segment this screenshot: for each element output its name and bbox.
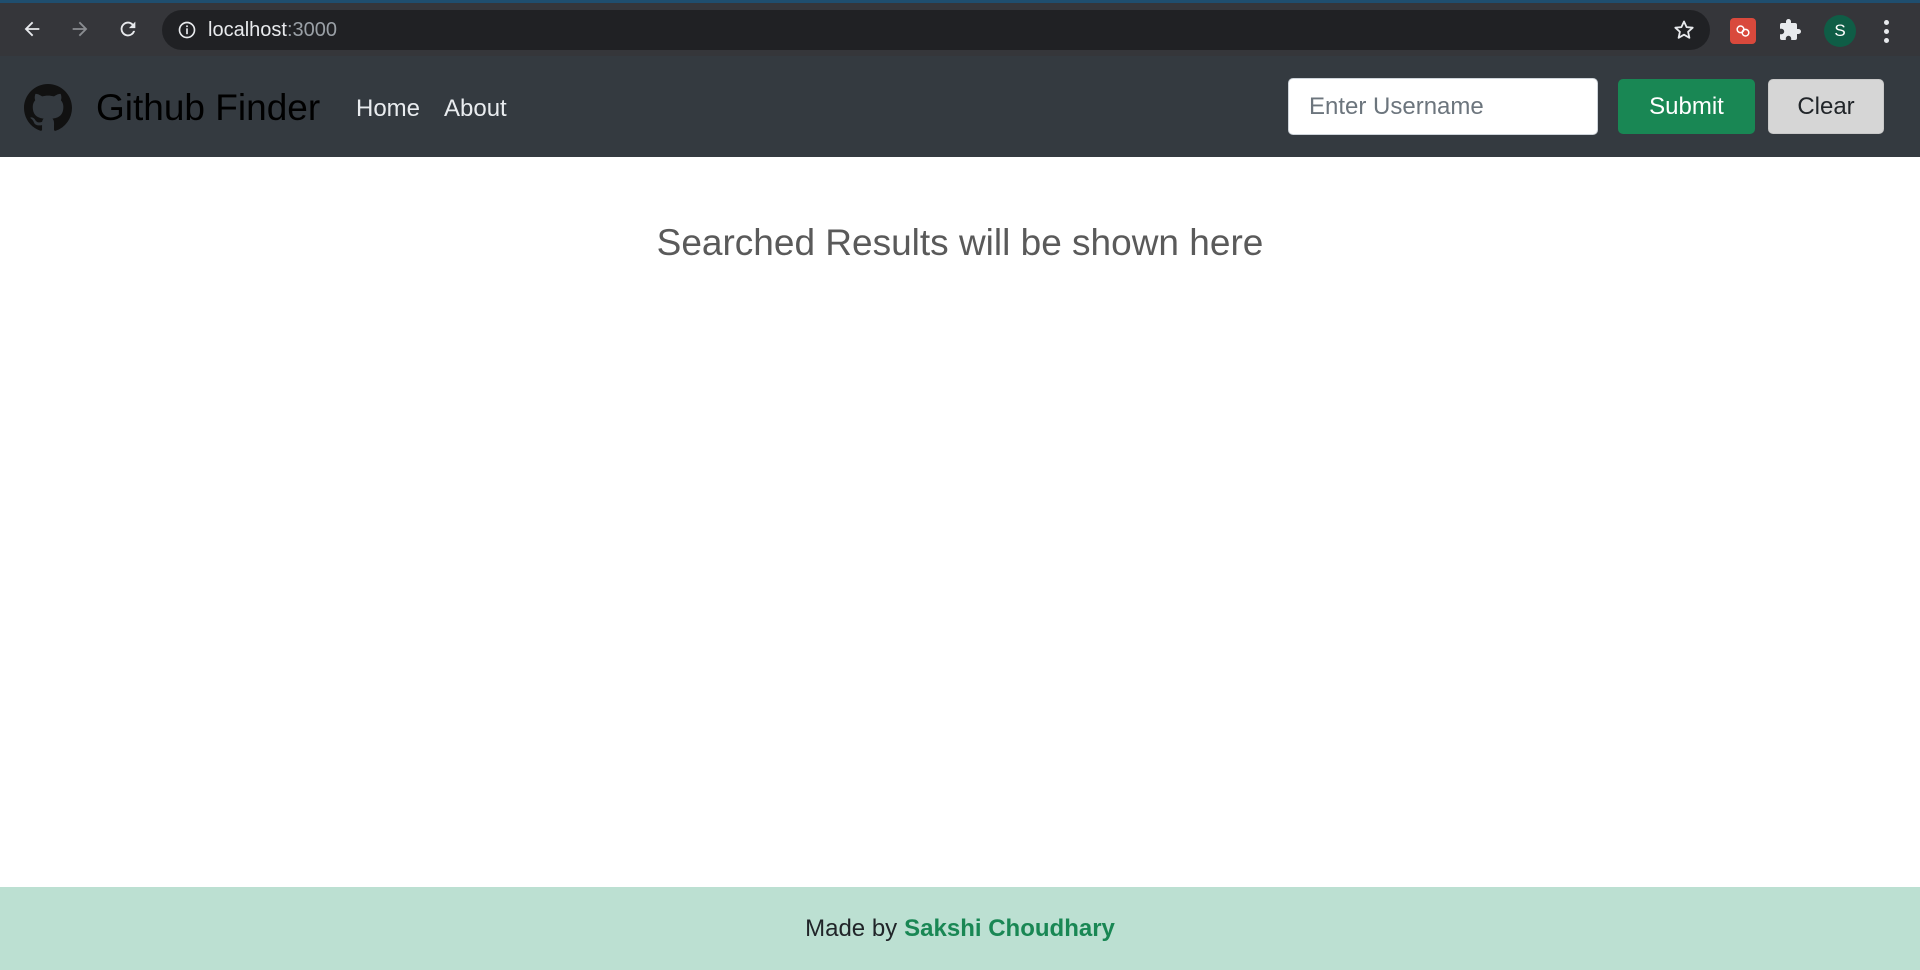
reload-button[interactable] [112, 13, 144, 45]
author-link[interactable]: Sakshi Choudhary [904, 915, 1115, 943]
url-text: localhost:3000 [208, 19, 337, 42]
url-host: localhost [208, 18, 287, 41]
arrow-left-icon [24, 21, 40, 37]
profile-avatar[interactable]: S [1824, 15, 1856, 47]
brand-title[interactable]: Github Finder [96, 84, 320, 132]
address-bar[interactable]: localhost:3000 [162, 10, 1710, 50]
footer: Made by Sakshi Choudhary [0, 887, 1920, 970]
submit-button[interactable]: Submit [1618, 79, 1755, 134]
red-extension-icon[interactable] [1730, 18, 1756, 44]
app-navbar: Github Finder Home About Submit Clear [0, 56, 1920, 157]
clear-button[interactable]: Clear [1768, 79, 1884, 134]
url-port: :3000 [286, 18, 337, 41]
github-icon [24, 84, 72, 131]
arrow-right-icon [72, 21, 88, 37]
results-placeholder-message: Searched Results will be shown here [656, 222, 1264, 263]
star-icon[interactable] [1672, 18, 1696, 42]
reload-icon [120, 21, 136, 37]
info-icon[interactable] [176, 19, 198, 41]
nav-link-about[interactable]: About [444, 94, 507, 124]
footer-prefix: Made by [805, 914, 898, 942]
back-button[interactable] [16, 13, 48, 45]
username-search-input[interactable] [1288, 78, 1598, 135]
nav-link-home[interactable]: Home [356, 94, 420, 124]
forward-button[interactable] [64, 13, 96, 45]
browser-toolbar: localhost:3000 S [0, 0, 1920, 56]
puzzle-icon[interactable] [1776, 16, 1804, 44]
kebab-menu-icon[interactable] [1876, 15, 1896, 47]
